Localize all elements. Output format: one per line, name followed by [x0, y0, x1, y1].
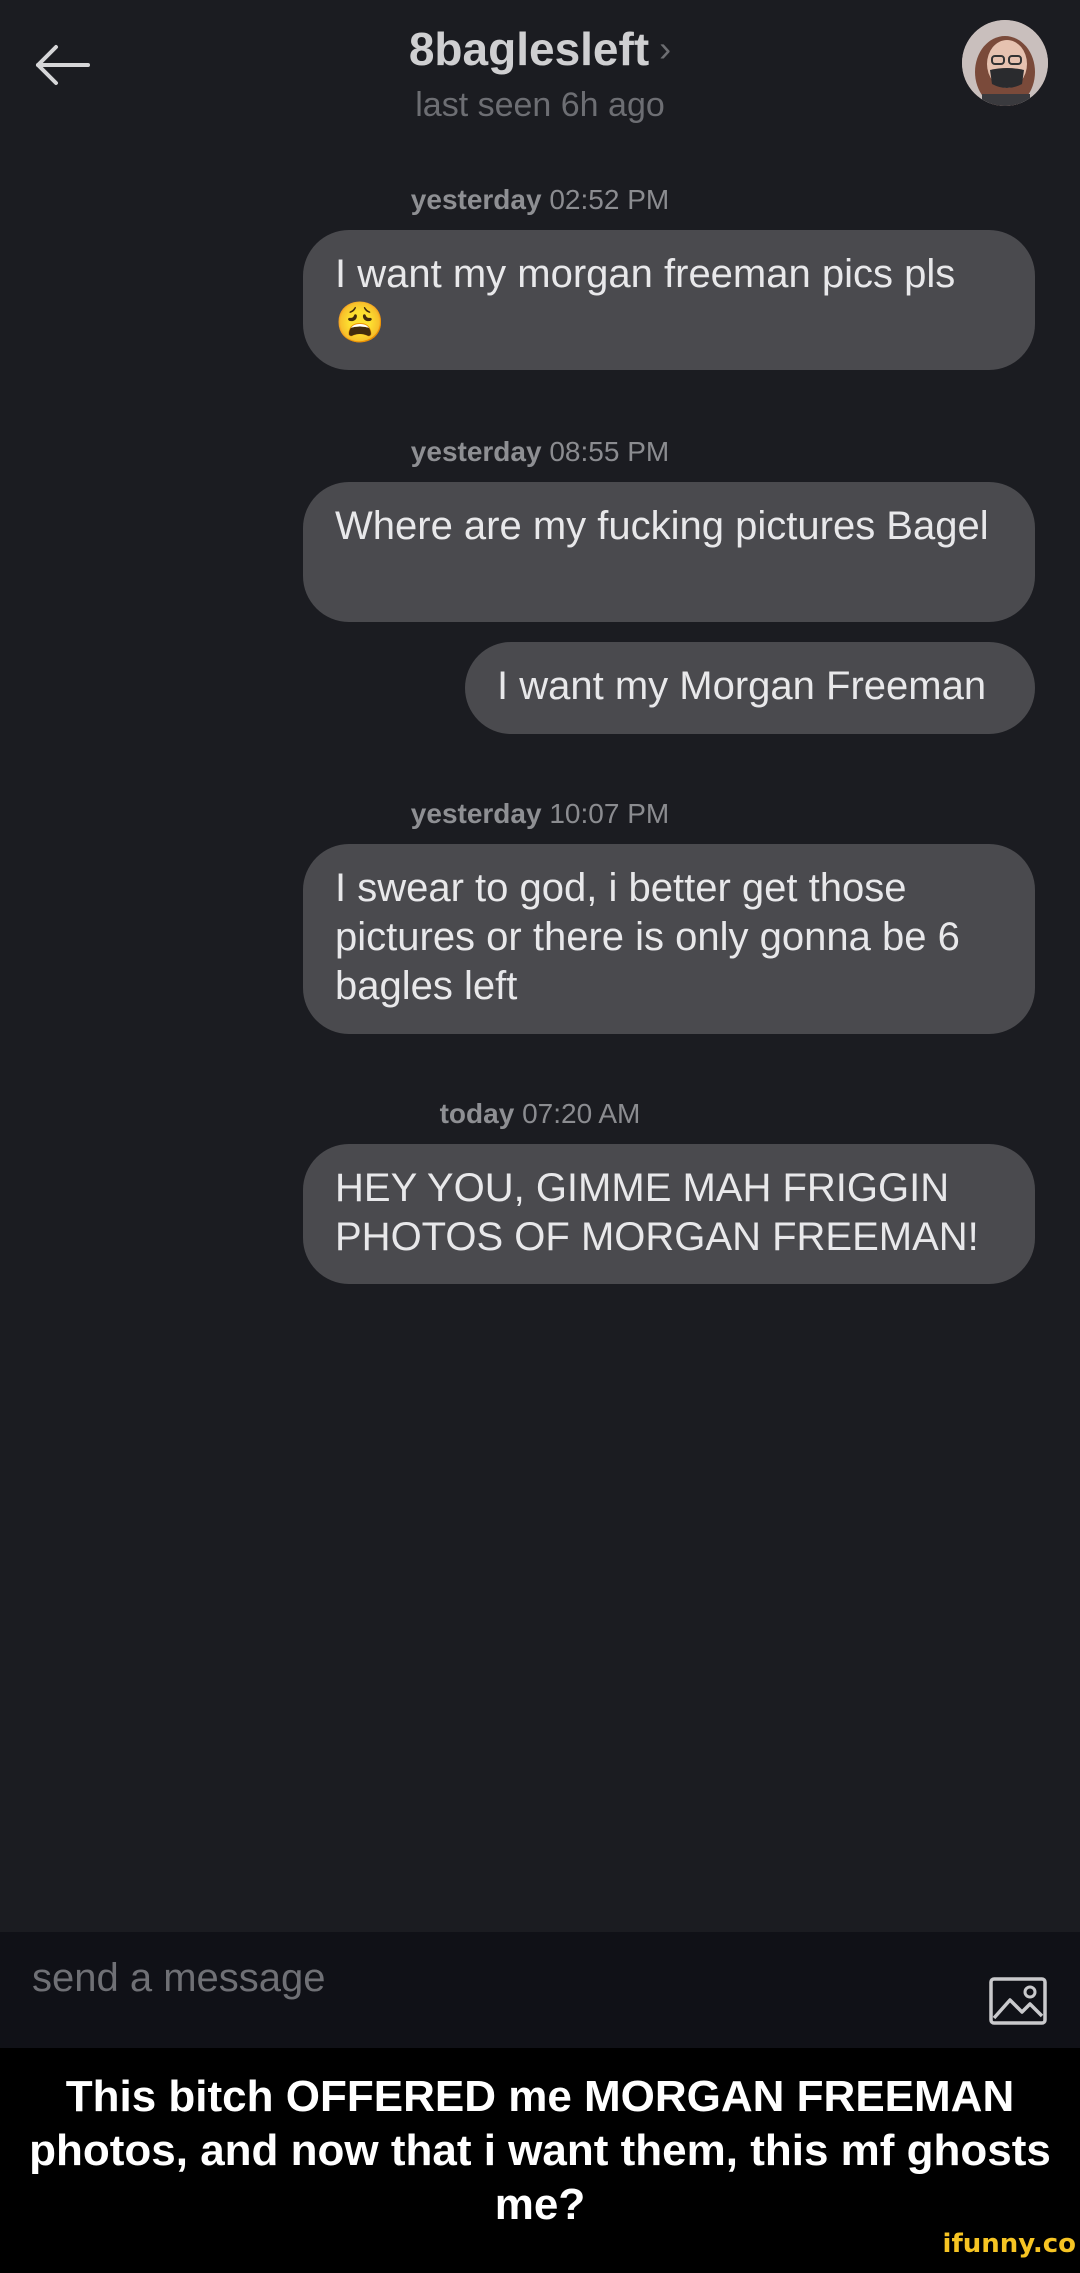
timestamp-day: yesterday: [410, 436, 542, 467]
timestamp-time: 02:52 PM: [549, 184, 670, 215]
message-input[interactable]: send a message: [32, 1956, 326, 2001]
timestamp-divider: yesterday 10:07 PM: [0, 798, 1080, 830]
caption-text: This bitch OFFERED me MORGAN FREEMAN pho…: [29, 2072, 1051, 2229]
image-icon: [989, 1977, 1047, 2025]
message-bubble[interactable]: I want my Morgan Freeman: [465, 642, 1035, 734]
message-bubble[interactable]: I swear to god, i better get those pictu…: [303, 844, 1035, 1034]
timestamp-day: yesterday: [410, 184, 542, 215]
message-composer: send a message: [0, 1932, 1080, 2048]
timestamp-divider: yesterday 08:55 PM: [0, 436, 1080, 468]
ifunny-watermark: ifunny.co: [942, 2229, 1076, 2259]
avatar[interactable]: [962, 20, 1048, 106]
message-bubble[interactable]: Where are my fucking pictures Bagel: [303, 482, 1035, 622]
message-text: I want my Morgan Freeman: [497, 664, 987, 708]
contact-avatar-image: [962, 20, 1048, 106]
timestamp-day: yesterday: [410, 798, 542, 829]
message-text: I swear to god, i better get those pictu…: [335, 866, 960, 1008]
message-text: HEY YOU, GIMME MAH FRIGGIN PHOTOS OF MOR…: [335, 1166, 979, 1259]
timestamp-time: 07:20 AM: [522, 1098, 641, 1129]
message-text: Where are my fucking pictures Bagel: [335, 504, 989, 548]
meme-caption: This bitch OFFERED me MORGAN FREEMAN pho…: [0, 2048, 1080, 2273]
message-text: I want my morgan freeman pics pls 😩: [335, 252, 956, 345]
chevron-right-icon: ›: [659, 28, 672, 69]
timestamp-time: 08:55 PM: [549, 436, 670, 467]
message-bubble[interactable]: I want my morgan freeman pics pls 😩: [303, 230, 1035, 370]
timestamp-divider: today 07:20 AM: [0, 1098, 1080, 1130]
timestamp-divider: yesterday 02:52 PM: [0, 184, 1080, 216]
chat-screen: 8baglesleft › last seen 6h ago yesterday …: [0, 0, 1080, 1932]
contact-name: 8baglesleft: [408, 23, 650, 75]
timestamp-day: today: [439, 1098, 515, 1129]
timestamp-time: 10:07 PM: [549, 798, 670, 829]
message-bubble[interactable]: HEY YOU, GIMME MAH FRIGGIN PHOTOS OF MOR…: [303, 1144, 1035, 1284]
contact-name-link[interactable]: 8baglesleft ›: [0, 22, 1080, 76]
attach-image-button[interactable]: [988, 1976, 1048, 2026]
chat-header: 8baglesleft › last seen 6h ago: [0, 0, 1080, 150]
last-seen-status: last seen 6h ago: [415, 86, 665, 124]
